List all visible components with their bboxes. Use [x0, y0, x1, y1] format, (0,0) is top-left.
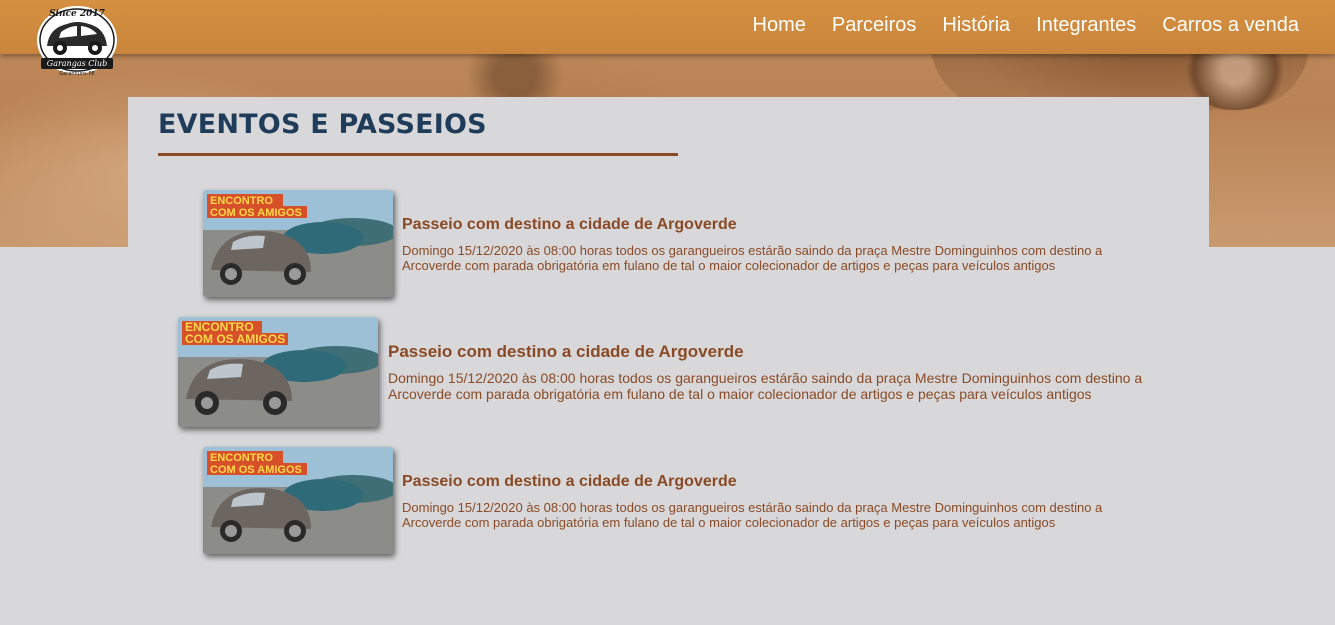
main-nav: Home Parceiros História Integrantes Carr… — [753, 13, 1299, 37]
thumb-caption: COM OS AMIGOS — [210, 464, 302, 476]
event-title[interactable]: Passeio com destino a cidade de Argoverd… — [402, 216, 737, 234]
nav-parceiros[interactable]: Parceiros — [832, 13, 916, 37]
event-title[interactable]: Passeio com destino a cidade de Argoverd… — [402, 473, 737, 491]
event-title[interactable]: Passeio com destino a cidade de Argoverd… — [388, 342, 744, 362]
event-thumbnail[interactable]: ENCONTRO COM OS AMIGOS — [203, 190, 393, 297]
event-description: Domingo 15/12/2020 às 08:00 horas todos … — [402, 500, 1103, 530]
nav-integrantes[interactable]: Integrantes — [1036, 13, 1136, 37]
thumb-caption: ENCONTRO — [210, 452, 273, 464]
title-underline — [158, 153, 678, 156]
event-description: Domingo 15/12/2020 às 08:00 horas todos … — [388, 370, 1143, 402]
logo-club-name: Garangas Club — [47, 59, 107, 68]
nav-carros-a-venda[interactable]: Carros a venda — [1162, 13, 1299, 37]
thumb-caption: ENCONTRO — [210, 195, 273, 207]
page-title: EVENTOS E PASSEIOS — [158, 109, 487, 140]
nav-home[interactable]: Home — [753, 13, 806, 37]
event-description: Domingo 15/12/2020 às 08:00 horas todos … — [402, 243, 1103, 273]
logo-city-text: Garanhuns-PE — [59, 71, 94, 77]
beetle-logo-icon: Since 2017 Garangas Club Garanhuns-PE — [37, 6, 117, 77]
club-logo[interactable]: Since 2017 Garangas Club Garanhuns-PE — [33, 2, 121, 78]
event-thumbnail[interactable]: ENCONTRO COM OS AMIGOS — [178, 317, 378, 427]
event-thumbnail[interactable]: ENCONTRO COM OS AMIGOS — [203, 447, 393, 554]
logo-since-text: Since 2017 — [49, 9, 106, 19]
thumb-caption: COM OS AMIGOS — [185, 332, 285, 346]
nav-historia[interactable]: História — [942, 13, 1010, 37]
thumb-caption: COM OS AMIGOS — [210, 207, 302, 219]
